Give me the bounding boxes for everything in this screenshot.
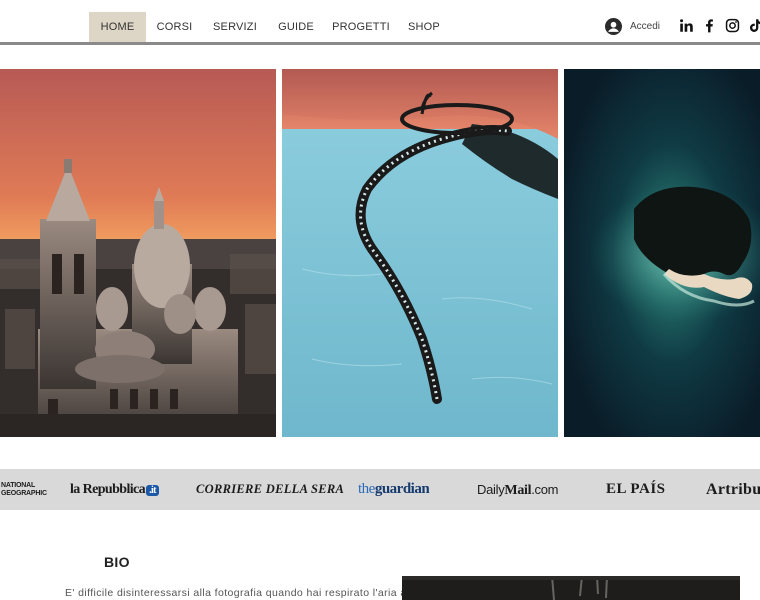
nav-item-home[interactable]: HOME bbox=[89, 12, 146, 42]
user-avatar-icon bbox=[605, 18, 622, 35]
bio-heading: BIO bbox=[104, 554, 130, 570]
instagram-icon[interactable] bbox=[725, 18, 740, 33]
logo-corriere-della-sera: CORRIERE DELLA SERA bbox=[196, 482, 345, 496]
login-button[interactable]: Accedi bbox=[605, 18, 660, 35]
nav-item-corsi[interactable]: CORSI bbox=[146, 12, 203, 42]
nav-item-progetti[interactable]: PROGETTI bbox=[325, 12, 397, 42]
logo-the-guardian: theguardian bbox=[358, 481, 430, 497]
nav-item-servizi[interactable]: SERVIZI bbox=[203, 12, 267, 42]
logo-la-repubblica: la Repubblica .it bbox=[70, 469, 159, 510]
header-divider bbox=[0, 42, 760, 45]
logo-daily-mail: DailyMail.com bbox=[477, 482, 559, 498]
photo-island-aerial[interactable] bbox=[564, 69, 760, 437]
tiktok-icon[interactable] bbox=[748, 18, 760, 33]
photo-serpent-skeleton[interactable] bbox=[282, 69, 558, 437]
photo-gallery bbox=[0, 69, 760, 437]
logo-national-geographic: NATIONAL GEOGRAPHIC bbox=[1, 482, 47, 497]
facebook-icon[interactable] bbox=[702, 18, 717, 33]
photo-sacre-coeur[interactable] bbox=[0, 69, 276, 437]
bio-paragraph: E' difficile disinteressarsi alla fotogr… bbox=[65, 587, 423, 599]
logo-el-pais: EL PAÍS bbox=[606, 481, 666, 497]
login-label: Accedi bbox=[630, 21, 661, 32]
nav-item-guide[interactable]: GUIDE bbox=[267, 12, 325, 42]
social-links bbox=[679, 18, 760, 33]
bio-photo bbox=[402, 576, 740, 600]
linkedin-icon[interactable] bbox=[679, 18, 694, 33]
press-logos-band: NATIONAL GEOGRAPHIC la Repubblica .it COR… bbox=[0, 469, 760, 510]
nav-item-shop[interactable]: SHOP bbox=[397, 12, 451, 42]
main-nav: HOME CORSI SERVIZI GUIDE PROGETTI SHOP bbox=[89, 12, 451, 42]
logo-artribune: Artribu bbox=[706, 481, 760, 498]
